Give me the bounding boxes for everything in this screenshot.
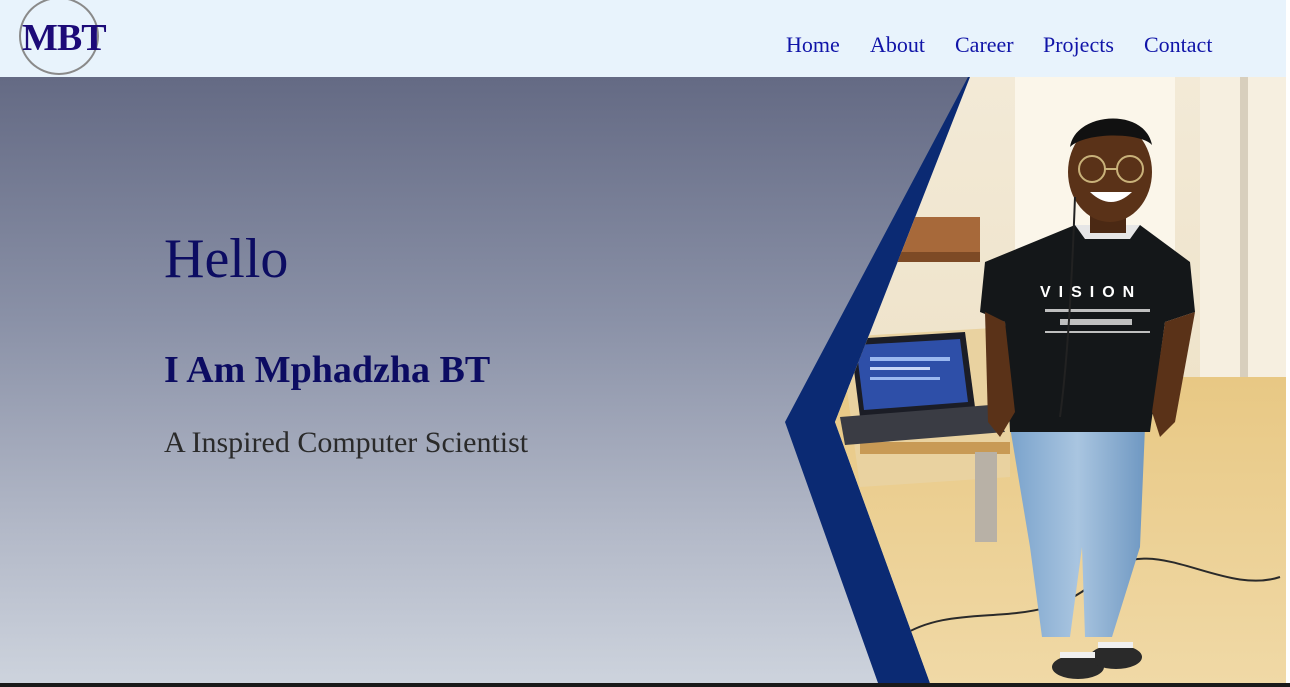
shirt-text: VISION bbox=[1040, 284, 1142, 301]
nav-link-contact[interactable]: Contact bbox=[1144, 32, 1212, 58]
hero-greeting: Hello bbox=[164, 228, 289, 290]
logo-text[interactable]: MBT bbox=[22, 18, 107, 58]
nav-link-career[interactable]: Career bbox=[955, 32, 1014, 58]
nav-link-about[interactable]: About bbox=[870, 32, 925, 58]
bottom-divider bbox=[0, 683, 1290, 687]
page-edge bbox=[1286, 0, 1290, 683]
hero-tagline: A Inspired Computer Scientist bbox=[164, 426, 529, 459]
nav-link-projects[interactable]: Projects bbox=[1043, 32, 1114, 58]
nav-link-home[interactable]: Home bbox=[786, 32, 840, 58]
hero-name: I Am Mphadzha BT bbox=[164, 349, 491, 391]
top-navbar: MBT Home About Career Projects Contact bbox=[0, 0, 1286, 77]
hero-section: VISION Hello I Am Mphadzha BT A Inspired… bbox=[0, 77, 1286, 683]
